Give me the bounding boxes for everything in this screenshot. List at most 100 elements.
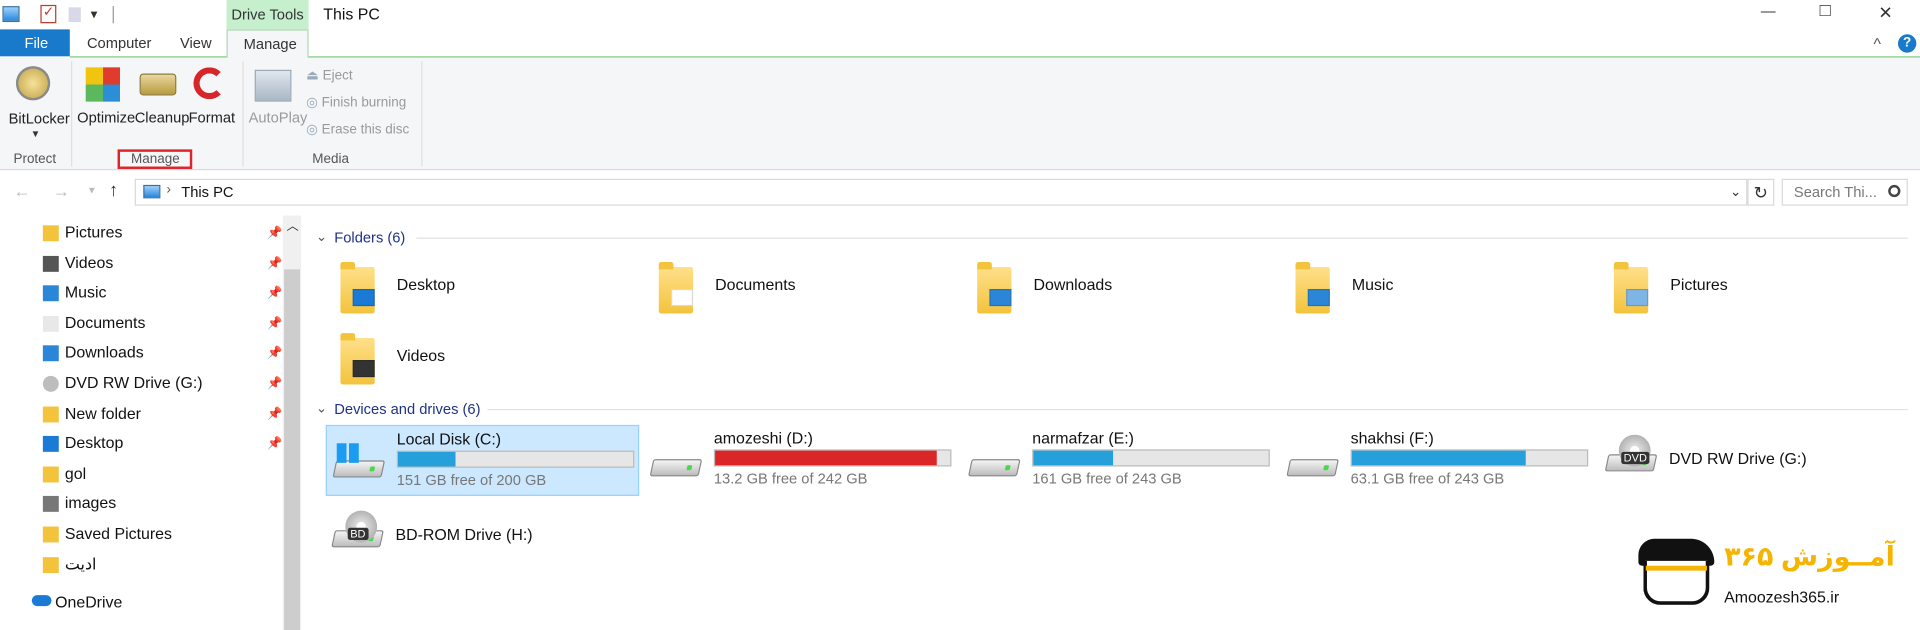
drive-usage-bar (396, 450, 635, 468)
documents-icon (42, 315, 59, 332)
refresh-button[interactable]: ↻ (1747, 178, 1775, 206)
bitlocker-button[interactable]: BitLocker ▼ (5, 64, 70, 140)
drive-item[interactable]: narmafzar (E:) 161 GB free of 243 GB (962, 425, 1275, 496)
scrollbar-thumb[interactable] (284, 269, 301, 630)
drives-header[interactable]: Devices and drives (6) (334, 400, 480, 417)
format-button[interactable]: Format (186, 64, 235, 128)
up-button[interactable]: ↑ (109, 180, 118, 201)
pin-icon[interactable]: 📌 (267, 287, 282, 300)
sidebar-item[interactable]: gol (0, 461, 282, 488)
search-box[interactable]: Search Thi... (1781, 178, 1908, 206)
folder-label: Videos (396, 346, 446, 365)
address-dropdown-icon[interactable]: ⌄ (1730, 184, 1741, 200)
sidebar-item[interactable]: ادیت (0, 552, 282, 579)
search-input[interactable]: Search Thi... (1794, 184, 1877, 201)
folder-item[interactable]: Videos (340, 333, 634, 389)
sidebar-item[interactable]: DVD RW Drive (G:) 📌 (0, 371, 282, 398)
new-folder-qat-icon[interactable] (68, 7, 81, 23)
autoplay-button[interactable]: AutoPlay (245, 64, 307, 128)
folders-header[interactable]: Folders (6) (334, 229, 405, 246)
maximize-button[interactable]: □ (1820, 0, 1831, 21)
tab-file[interactable]: File (0, 29, 70, 57)
sidebar-item[interactable]: Desktop 📌 (0, 431, 282, 458)
folder-icon (340, 333, 375, 385)
eject-button[interactable]: ⏏ Eject (306, 67, 352, 84)
forward-button[interactable]: → (53, 181, 70, 201)
folder-icon (977, 262, 1012, 314)
optimize-button[interactable]: Optimize (76, 64, 136, 128)
tab-computer[interactable]: Computer (87, 34, 152, 51)
properties-qat-icon[interactable]: ✓ (40, 4, 57, 24)
pin-icon[interactable]: 📌 (267, 317, 282, 330)
drive-name: Local Disk (C:) (396, 429, 502, 449)
drive-usage-bar (1350, 449, 1589, 467)
folder-item[interactable]: Pictures (1613, 262, 1908, 318)
drive-item[interactable]: DVD DVD RW Drive (G:) (1599, 425, 1912, 496)
drive-icon (1286, 459, 1339, 477)
drive-item[interactable]: shakhsi (F:) 63.1 GB free of 243 GB (1281, 425, 1594, 496)
optimize-label: Optimize (77, 108, 136, 127)
folder-item[interactable]: Documents (658, 262, 953, 318)
ribbon-collapse-icon[interactable]: ^ (1873, 34, 1880, 52)
pin-icon[interactable]: 📌 (267, 347, 282, 360)
pin-icon[interactable]: 📌 (267, 377, 282, 390)
cleanup-button[interactable]: Cleanup (132, 64, 189, 128)
pin-icon[interactable]: 📌 (267, 227, 282, 240)
close-button[interactable]: ✕ (1878, 2, 1892, 23)
drive-item[interactable]: amozeshi (D:) 13.2 GB free of 242 GB (644, 425, 957, 496)
folder-overlay-icon (1307, 288, 1330, 307)
sidebar-item[interactable]: Documents 📌 (0, 311, 282, 338)
folder-item[interactable]: Downloads (977, 262, 1271, 318)
folder-overlay-icon (1626, 288, 1649, 307)
drive-free-space: 13.2 GB free of 242 GB (713, 470, 868, 488)
optimize-icon (85, 67, 121, 102)
autoplay-icon (254, 69, 292, 102)
finish-burning-button[interactable]: ◎ Finish burning (306, 94, 406, 111)
drive-item[interactable]: Local Disk (C:) 151 GB free of 200 GB (325, 424, 640, 496)
sidebar-item-label: Desktop (64, 433, 124, 453)
erase-disc-button[interactable]: ◎ Erase this disc (306, 121, 409, 137)
breadcrumb[interactable]: This PC (181, 184, 233, 201)
folder-item[interactable]: Music (1295, 262, 1590, 318)
sidebar-item[interactable]: images (0, 492, 282, 519)
tab-manage[interactable]: Manage (226, 29, 309, 59)
pin-icon[interactable]: 📌 (267, 257, 282, 270)
drive-usage-bar (713, 449, 952, 467)
scroll-up-icon[interactable]: ︿ (287, 216, 299, 233)
sidebar-item[interactable]: Saved Pictures (0, 522, 282, 549)
bitlocker-dropdown-icon: ▼ (30, 128, 41, 140)
drive-usage-fill (1033, 450, 1113, 466)
back-button[interactable]: ← (13, 181, 30, 201)
sidebar-item[interactable]: Music 📌 (0, 281, 282, 308)
minimize-button[interactable]: — (1761, 2, 1776, 19)
sidebar-item-label: Music (64, 283, 107, 302)
app-icon[interactable] (2, 6, 20, 23)
recent-locations-icon[interactable]: ▼ (87, 185, 97, 196)
folder-item[interactable]: Desktop (340, 262, 634, 318)
drives-chevron-icon[interactable]: ⌄ (316, 400, 327, 417)
pin-icon[interactable]: 📌 (267, 407, 282, 420)
address-bar[interactable]: › This PC ⌄ (134, 178, 1748, 206)
sidebar-item-label: gol (64, 463, 87, 483)
folders-chevron-icon[interactable]: ⌄ (316, 229, 327, 245)
watermark-site: Amoozesh365.ir (1724, 587, 1840, 607)
sidebar-item[interactable]: Videos 📌 (0, 251, 282, 278)
sidebar-scrollbar[interactable]: ︿ (282, 215, 302, 630)
drive-icon (332, 460, 386, 478)
disc-label-icon: DVD (1621, 451, 1650, 465)
folder-icon (1613, 262, 1649, 314)
qat-dropdown-icon[interactable]: ▾ (91, 6, 98, 22)
sidebar-item-onedrive[interactable]: OneDrive (55, 593, 122, 611)
breadcrumb-chevron-icon: › (166, 182, 172, 198)
folder-overlay-icon (989, 288, 1012, 307)
sidebar-item[interactable]: New folder 📌 (0, 401, 282, 428)
music-icon (42, 285, 59, 302)
watermark-brand: آمــوزش ۳۶۵ (1724, 541, 1895, 572)
help-icon[interactable]: ? (1897, 34, 1917, 53)
sidebar-item[interactable]: Downloads 📌 (0, 341, 282, 368)
sidebar-item[interactable]: Pictures 📌 (0, 220, 282, 247)
folder-icon (42, 406, 59, 422)
drive-item[interactable]: BD BD-ROM Drive (H:) (326, 501, 639, 572)
tab-view[interactable]: View (180, 34, 212, 51)
pin-icon[interactable]: 📌 (267, 437, 282, 450)
